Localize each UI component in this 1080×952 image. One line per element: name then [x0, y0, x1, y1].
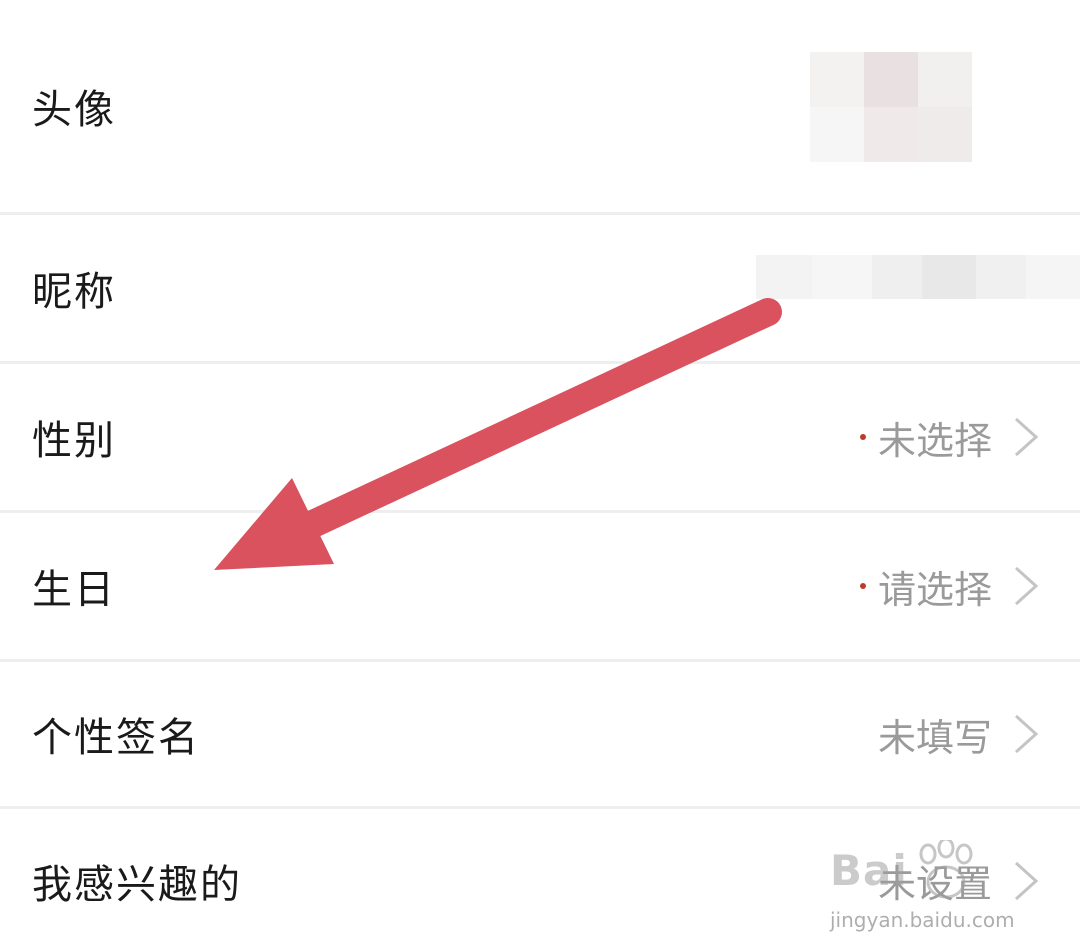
row-avatar[interactable]: 头像 — [0, 0, 1080, 212]
avatar[interactable] — [810, 52, 972, 162]
signature-label: 个性签名 — [32, 715, 200, 761]
birthday-value: 请选择 — [859, 559, 992, 614]
gender-value: 未选择 — [859, 410, 992, 465]
signature-value-text: 未填写 — [877, 715, 992, 760]
gender-label: 性别 — [32, 418, 116, 464]
required-dot-icon — [859, 583, 866, 589]
chevron-right-icon — [1014, 417, 1039, 457]
row-signature[interactable]: 个性签名 未填写 — [0, 662, 1080, 806]
interests-label: 我感兴趣的 — [32, 861, 242, 908]
interests-value-text: 未设置 — [877, 862, 992, 906]
nickname-value-blurred — [702, 232, 1080, 322]
avatar-label: 头像 — [32, 87, 116, 133]
chevron-right-icon — [1014, 861, 1039, 900]
row-interests[interactable]: 我感兴趣的 未设置 — [0, 809, 1080, 952]
birthday-value-text: 请选择 — [877, 567, 992, 612]
nickname-label: 昵称 — [32, 269, 116, 315]
row-birthday[interactable]: 生日 请选择 — [0, 513, 1080, 659]
gender-value-text: 未选择 — [877, 418, 992, 463]
profile-edit-page: 头像 昵称 性别 未选择 生日 请选择 个性签名 未填写 我感兴趣的 未设置 B… — [0, 0, 1080, 952]
signature-value: 未填写 — [878, 707, 992, 762]
chevron-right-icon — [1014, 566, 1039, 606]
required-dot-icon — [859, 434, 866, 440]
interests-value: 未设置 — [878, 853, 992, 908]
chevron-right-icon — [1014, 714, 1039, 754]
row-gender[interactable]: 性别 未选择 — [0, 364, 1080, 510]
birthday-label: 生日 — [32, 567, 116, 613]
